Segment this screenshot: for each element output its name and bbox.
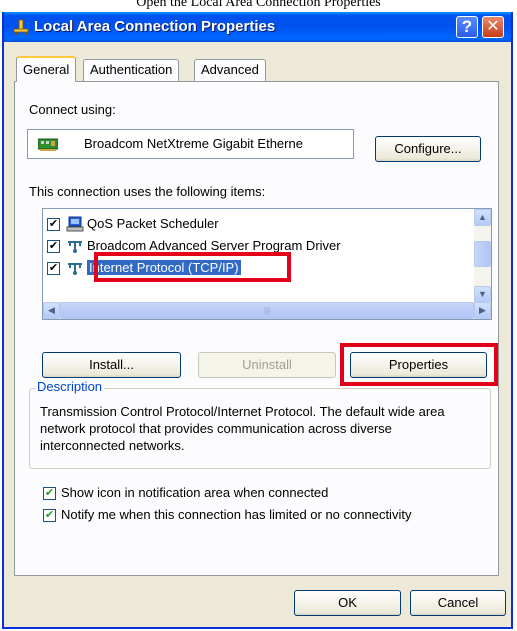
help-button[interactable]: ?	[456, 16, 478, 38]
vertical-scrollbar[interactable]: ▲ ▼	[474, 209, 491, 303]
configure-button[interactable]: Configure...	[375, 136, 481, 162]
highlight-tcpip	[94, 252, 291, 282]
ok-button[interactable]: OK	[294, 590, 401, 616]
connect-using-label: Connect using:	[29, 102, 116, 117]
notify-checkbox[interactable]: ✔	[43, 509, 56, 522]
adapter-name: Broadcom NetXtreme Gigabit Etherne	[84, 136, 303, 151]
uninstall-button: Uninstall	[198, 352, 336, 378]
adapter-field: Broadcom NetXtreme Gigabit Etherne	[27, 129, 354, 159]
properties-dialog: Local Area Connection Properties ? ✕ Gen…	[2, 12, 513, 629]
cancel-button[interactable]: Cancel	[410, 590, 506, 616]
close-button[interactable]: ✕	[482, 16, 504, 38]
qos-scheduler-icon	[66, 216, 84, 232]
tab-advanced[interactable]: Advanced	[194, 59, 266, 81]
tab-authentication[interactable]: Authentication	[83, 59, 180, 81]
item-checkbox[interactable]: ✔	[47, 262, 60, 275]
item-label: QoS Packet Scheduler	[87, 216, 219, 231]
network-adapter-icon	[38, 138, 58, 151]
highlight-properties	[340, 343, 498, 386]
network-protocol-icon	[68, 241, 82, 253]
scroll-right-button[interactable]: ▶	[474, 302, 491, 319]
show-icon-checkbox[interactable]: ✔	[43, 487, 56, 500]
item-checkbox[interactable]: ✔	[47, 218, 60, 231]
title-bar[interactable]: Local Area Connection Properties ? ✕	[4, 12, 511, 42]
vertical-scroll-thumb[interactable]	[474, 241, 491, 267]
network-protocol-icon	[68, 263, 82, 275]
window-title: Local Area Connection Properties	[34, 18, 276, 35]
tutorial-caption: Open the Local Area Connection Propertie…	[136, 0, 381, 10]
description-text: Transmission Control Protocol/Internet P…	[40, 404, 445, 453]
notify-label: Notify me when this connection has limit…	[61, 507, 412, 522]
horizontal-scrollbar[interactable]: ◀ ||| ▶	[43, 302, 491, 319]
description-legend: Description	[35, 379, 105, 394]
scroll-down-button[interactable]: ▼	[474, 286, 491, 303]
tab-general[interactable]: General	[16, 56, 77, 82]
install-button[interactable]: Install...	[42, 352, 181, 378]
horizontal-scroll-thumb[interactable]: |||	[60, 302, 474, 319]
item-label: Broadcom Advanced Server Program Driver	[87, 238, 341, 253]
items-label: This connection uses the following items…	[29, 184, 266, 199]
item-checkbox[interactable]: ✔	[47, 240, 60, 253]
scroll-left-button[interactable]: ◀	[43, 302, 60, 319]
show-icon-label: Show icon in notification area when conn…	[61, 485, 329, 500]
scroll-up-button[interactable]: ▲	[474, 209, 491, 226]
network-connection-icon	[13, 19, 29, 35]
